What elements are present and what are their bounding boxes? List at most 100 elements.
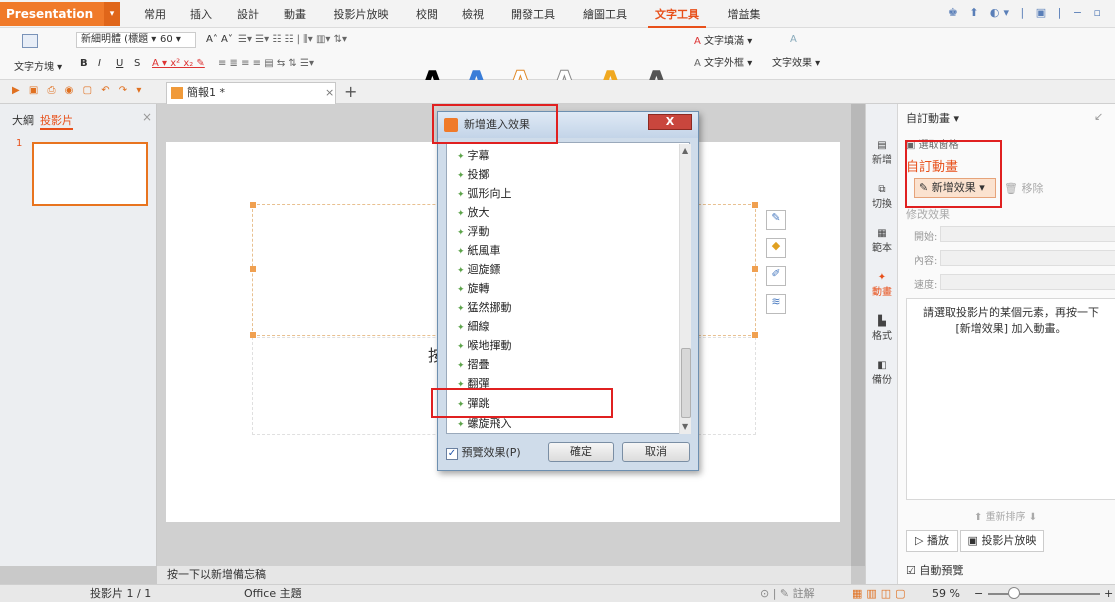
tab-addins[interactable]: 增益集	[722, 6, 766, 24]
document-tab[interactable]: 簡報1 * ×	[166, 82, 336, 104]
tab-text-tools[interactable]: 文字工具	[648, 6, 706, 28]
right-tab-animation[interactable]: ✦ 動畫	[867, 272, 897, 298]
effect-icon: ✦	[457, 209, 465, 219]
scrollbar-thumb[interactable]	[681, 348, 691, 418]
resize-handle[interactable]	[752, 202, 758, 208]
scroll-down-icon[interactable]: ▼	[682, 422, 688, 431]
list-item[interactable]: ✦ 放大	[457, 204, 490, 220]
list-item[interactable]: ✦ 紙風車	[457, 242, 501, 258]
underline-button[interactable]: U	[116, 58, 123, 69]
zoom-slider-thumb[interactable]	[1008, 587, 1020, 599]
tab-outline[interactable]: 大綱	[12, 112, 34, 128]
right-tab-format[interactable]: ▙ 格式	[867, 316, 897, 342]
tab-slideshow[interactable]: 投影片放映	[326, 6, 396, 24]
alignment-tools[interactable]: ≡ ≣ ≡ ≡ ▤ ⇆ ⇅ ☰▾	[218, 58, 314, 69]
pane-pin-icon[interactable]: ↙	[1094, 110, 1103, 123]
font-color-button[interactable]: A ▾ x² x₂ ✎	[152, 58, 205, 69]
tab-developer[interactable]: 開發工具	[504, 6, 562, 24]
start-select[interactable]	[940, 226, 1115, 242]
zoom-out-icon[interactable]: −	[974, 585, 983, 602]
text-direction-button[interactable]: 文字方塊 ▾	[14, 58, 62, 73]
resize-handle[interactable]	[250, 266, 256, 272]
tab-view[interactable]: 檢視	[458, 6, 488, 24]
right-tab-transition-label: 切換	[872, 199, 892, 210]
close-panel-icon[interactable]: ×	[142, 110, 152, 124]
content-select[interactable]	[940, 250, 1115, 266]
paragraph-tools[interactable]: ☰▾ ☰▾ ☷ ☷ | ⫼▾ ▥▾ ⇅▾	[238, 34, 347, 45]
animation-list[interactable]: 請選取投影片的某個元素，再按一下 [新增效果] 加入動畫。	[906, 298, 1115, 500]
right-tab-transition[interactable]: ⧉ 切換	[867, 184, 897, 210]
text-box-icon[interactable]	[22, 34, 38, 48]
right-tab-backup[interactable]: ◧ 備份	[867, 360, 897, 386]
notes-area[interactable]: 按一下以新增備忘稿	[157, 566, 851, 584]
list-item[interactable]: ✦ 浮動	[457, 223, 490, 239]
notes-toggle[interactable]: ⊙ | ✎ 註解	[760, 585, 815, 602]
italic-button[interactable]: I	[98, 58, 101, 69]
quick-access-icons[interactable]: ▶ ▣ ⎙ ◉ ▢ ↶ ↷ ▾	[12, 85, 144, 96]
font-size-select[interactable]: 60 ▾	[160, 32, 196, 48]
view-buttons[interactable]: ▦▥◫▢	[852, 585, 910, 602]
remove-button[interactable]: 🗑 移除	[1004, 180, 1043, 196]
edit-icon[interactable]: ✎	[766, 210, 786, 230]
slide-thumbnail[interactable]	[32, 142, 148, 206]
close-tab-icon[interactable]: ×	[325, 83, 334, 103]
highlight-add-effect	[905, 140, 1002, 208]
slideshow-button[interactable]: ▣ 投影片放映	[960, 530, 1044, 552]
ok-button[interactable]: 確定	[548, 442, 614, 462]
list-item-label: 紙風車	[467, 244, 501, 257]
app-menu-button[interactable]: Presentation ▾	[0, 2, 120, 26]
zoom-in-icon[interactable]: +	[1104, 585, 1113, 602]
outline-icon[interactable]: ✐	[766, 266, 786, 286]
menu-bar: Presentation ▾ 常用 插入 設計 動畫 投影片放映 校閱 檢視 開發…	[0, 0, 1115, 28]
window-controls[interactable]: ♚ ⬆ ◐▾ | ▣ | − ▫	[948, 6, 1105, 19]
tab-insert[interactable]: 插入	[186, 6, 216, 24]
chevron-down-icon[interactable]: ▾	[104, 2, 120, 26]
resize-handle[interactable]	[752, 332, 758, 338]
tab-design[interactable]: 設計	[233, 6, 263, 24]
modify-effect-label: 修改效果	[906, 208, 950, 221]
tab-animation[interactable]: 動畫	[280, 6, 310, 24]
grow-shrink-font[interactable]: A˄ A˅	[206, 34, 233, 45]
zoom-slider[interactable]	[988, 593, 1100, 595]
layers-icon[interactable]: ≋	[766, 294, 786, 314]
list-item[interactable]: ✦ 細線	[457, 318, 490, 334]
cancel-button[interactable]: 取消	[622, 442, 690, 462]
play-button[interactable]: ▷ 播放	[906, 530, 958, 552]
tab-home[interactable]: 常用	[140, 6, 170, 24]
list-item[interactable]: ✦ 旋轉	[457, 280, 490, 296]
preview-checkbox[interactable]: ✓ 預覽效果(P)	[446, 444, 521, 460]
strike-button[interactable]: S	[134, 58, 140, 69]
list-scrollbar[interactable]: ▲ ▼	[679, 144, 691, 434]
reorder-control[interactable]: ⬆ 重新排序 ⬇	[974, 508, 1037, 523]
text-effect-button[interactable]: 文字效果 ▾	[772, 54, 820, 69]
text-effect-icon[interactable]: A	[790, 34, 797, 45]
list-item[interactable]: ✦ 喉地揮動	[457, 337, 512, 353]
list-item[interactable]: ✦ 猛然挪動	[457, 299, 512, 315]
list-item[interactable]: ✦ 摺疊	[457, 356, 490, 372]
pane-header[interactable]: 自訂動畫 ▾	[906, 110, 959, 126]
resize-handle[interactable]	[250, 202, 256, 208]
auto-preview-label: 自動預覽	[919, 564, 964, 577]
tab-review[interactable]: 校閱	[412, 6, 442, 24]
scroll-up-icon[interactable]: ▲	[682, 146, 688, 155]
tab-drawing-tools[interactable]: 繪圖工具	[576, 6, 634, 24]
new-tab-button[interactable]: +	[344, 82, 357, 101]
close-button[interactable]: X	[648, 114, 692, 130]
tab-slides[interactable]: 投影片	[40, 112, 73, 130]
fill-icon[interactable]: ◆	[766, 238, 786, 258]
list-item[interactable]: ✦ 弧形向上	[457, 185, 512, 201]
list-item[interactable]: ✦ 字幕	[457, 147, 490, 163]
right-tab-template[interactable]: ▦ 範本	[867, 228, 897, 254]
text-fill-button[interactable]: A 文字填滿 ▾	[694, 32, 752, 47]
vertical-scrollbar[interactable]	[851, 104, 865, 566]
resize-handle[interactable]	[250, 332, 256, 338]
list-item[interactable]: ✦ 投擲	[457, 166, 490, 182]
speed-select[interactable]	[940, 274, 1115, 290]
text-outline-button[interactable]: A 文字外框 ▾	[694, 54, 752, 69]
list-item[interactable]: ✦ 迴旋鏢	[457, 261, 501, 277]
auto-preview-checkbox[interactable]: ☑ 自動預覽	[906, 562, 963, 578]
right-tab-backup-label: 備份	[872, 375, 892, 386]
resize-handle[interactable]	[752, 266, 758, 272]
bold-button[interactable]: B	[80, 58, 88, 69]
right-tab-new[interactable]: ▤ 新增	[867, 140, 897, 166]
